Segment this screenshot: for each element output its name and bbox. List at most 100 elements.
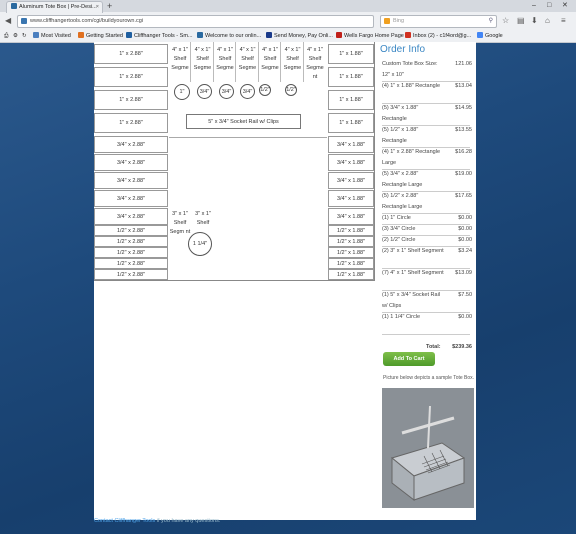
order-item-price: $17.65	[455, 193, 472, 199]
compartment-3-4x1.88[interactable]: 3/4" x 1.88"	[328, 154, 374, 171]
order-item-label: (5) 1/2" x 1.88" Rectangle	[382, 127, 419, 144]
back-icon[interactable]: ◀	[5, 16, 11, 26]
download-icon[interactable]: ⬇	[531, 16, 538, 26]
compartment-1x2.88[interactable]: 1" x 2.88"	[94, 90, 168, 110]
compartment-1-2x1.88[interactable]: 1/2" x 1.88"	[328, 258, 374, 269]
total-value: $239.36	[452, 344, 472, 350]
shelf-segment-4x1[interactable]: 4" x 1" Shelf Segme	[282, 46, 304, 73]
circle-compartment[interactable]: 1/2"	[259, 84, 271, 96]
bing-icon	[384, 18, 390, 24]
order-item: (5) 3/4" x 2.88" Rectangle Large $19.00	[382, 169, 472, 191]
order-item-label: (4) 1" x 2.88" Rectangle Large	[382, 149, 441, 166]
menu-icon[interactable]: ≡	[561, 16, 566, 26]
search-icon[interactable]: ⚲	[477, 16, 493, 27]
compartment-3-4x2.88[interactable]: 3/4" x 2.88"	[94, 208, 168, 225]
order-item-price: $0.00	[458, 226, 472, 232]
bookmark-3[interactable]: Welcome to our onlin...	[197, 30, 261, 42]
compartment-1x2.88[interactable]: 1" x 2.88"	[94, 44, 168, 64]
compartment-1-2x1.88[interactable]: 1/2" x 1.88"	[328, 236, 374, 247]
compartment-1x1.88[interactable]: 1" x 1.88"	[328, 90, 374, 110]
nav-bar: ◀ www.cliffhangertools.com/cgi/buildyour…	[0, 12, 576, 30]
maximize-icon[interactable]: □	[547, 0, 551, 11]
close-window-icon[interactable]: ✕	[562, 0, 568, 11]
compartment-1x1.88[interactable]: 1" x 1.88"	[328, 44, 374, 64]
compartment-1-2x1.88[interactable]: 1/2" x 1.88"	[328, 269, 374, 280]
compartment-3-4x2.88[interactable]: 3/4" x 2.88"	[94, 172, 168, 189]
order-item-label: (4) 1" x 1.88" Rectangle	[382, 83, 441, 89]
shelf-segment-4x1[interactable]: 4" x 1" Shelf Segme	[192, 46, 214, 73]
order-item: (4) 1" x 1.88" Rectangle $13.04	[382, 81, 472, 103]
compartment-1-2x2.88[interactable]: 1/2" x 2.88"	[94, 236, 168, 247]
compartment-3-4x1.88[interactable]: 3/4" x 1.88"	[328, 208, 374, 225]
order-item: (7) 4" x 1" Shelf Segment $13.09	[382, 268, 472, 290]
minimize-icon[interactable]: –	[532, 0, 536, 11]
bookmark-5[interactable]: Wells Fargo Home Page	[336, 30, 404, 42]
circle-compartment-large[interactable]: 1 1/4"	[188, 232, 212, 256]
compartment-3-4x2.88[interactable]: 3/4" x 2.88"	[94, 154, 168, 171]
shelf-segment-4x1[interactable]: 4" x 1" Shelf Segme	[259, 46, 281, 73]
bookmark-1[interactable]: Getting Started	[78, 30, 123, 42]
order-item-label: (7) 4" x 1" Shelf Segment	[382, 270, 444, 276]
socket-rail[interactable]: 5" x 3/4" Socket Rail w/ Clips	[186, 114, 301, 129]
star-icon[interactable]: ☆	[502, 16, 509, 26]
bookmark-icon	[266, 32, 272, 38]
reader-icon[interactable]: ▤	[517, 16, 525, 26]
shelf-segment-4x1[interactable]: 4" x 1" Shelf Segme	[214, 46, 236, 73]
order-item: (1) 1 1/4" Circle $0.00	[382, 312, 472, 334]
shelf-segment-4x1[interactable]: 4" x 1" Shelf Segme	[169, 46, 191, 73]
home-icon[interactable]: ⌂	[545, 16, 550, 26]
bookmark-icon	[197, 32, 203, 38]
compartment-1-2x1.88[interactable]: 1/2" x 1.88"	[328, 247, 374, 258]
compartment-1-2x1.88[interactable]: 1/2" x 1.88"	[328, 225, 374, 236]
bookmark-7[interactable]: Google	[477, 30, 503, 42]
bookmark-0[interactable]: Most Visited	[33, 30, 71, 42]
contact-link[interactable]: Contact Cliffhanger Tools	[94, 518, 155, 524]
compartment-1-2x2.88[interactable]: 1/2" x 2.88"	[94, 247, 168, 258]
compartment-1x2.88[interactable]: 1" x 2.88"	[94, 67, 168, 87]
order-item: (3) 3/4" Circle $0.00	[382, 224, 472, 235]
order-info-panel: Order Info Custom Tote Box Size: 12" x 1…	[379, 42, 474, 382]
order-item-price: $19.00	[455, 171, 472, 177]
compartment-1x2.88[interactable]: 1" x 2.88"	[94, 113, 168, 133]
compartment-1-2x2.88[interactable]: 1/2" x 2.88"	[94, 258, 168, 269]
compartment-3-4x2.88[interactable]: 3/4" x 2.88"	[94, 136, 168, 153]
compartment-1x1.88[interactable]: 1" x 1.88"	[328, 67, 374, 87]
shelf-segment-4x1[interactable]: 4" x 1" Shelf Segme	[237, 46, 259, 73]
compartment-3-4x2.88[interactable]: 3/4" x 2.88"	[94, 190, 168, 207]
url-bar[interactable]: www.cliffhangertools.com/cgi/buildyourow…	[17, 15, 374, 28]
refresh-icon[interactable]: ↻	[22, 30, 27, 42]
circle-compartment[interactable]: 1"	[174, 84, 190, 100]
shelf-segment-4x1[interactable]: 4" x 1" Shelf Segme nt	[304, 46, 326, 82]
order-item-label: (1) 5" x 3/4" Socket Rail w/ Clips	[382, 292, 441, 309]
order-divider	[382, 334, 470, 335]
compartment-3-4x1.88[interactable]: 3/4" x 1.88"	[328, 190, 374, 207]
open-area	[169, 137, 327, 280]
compartment-3-4x1.88[interactable]: 3/4" x 1.88"	[328, 172, 374, 189]
add-to-cart-button[interactable]: Add To Cart	[383, 352, 435, 366]
circle-compartment[interactable]: 1/2"	[285, 84, 297, 96]
circle-compartment[interactable]: 3/4"	[240, 84, 255, 99]
bookmark-icon	[78, 32, 84, 38]
compartment-3-4x1.88[interactable]: 3/4" x 1.88"	[328, 136, 374, 153]
footer-text: if you have any questions.	[155, 518, 221, 524]
search-box[interactable]: Bing ⚲	[380, 15, 497, 28]
compartment-1-2x2.88[interactable]: 1/2" x 2.88"	[94, 269, 168, 280]
compartment-1-2x2.88[interactable]: 1/2" x 2.88"	[94, 225, 168, 236]
bookmark-icon	[405, 32, 411, 38]
bookmark-4[interactable]: Send Money, Pay Onli...	[266, 30, 333, 42]
shelf-segment-3x1[interactable]: 3" x 1" Shelf Segm nt	[169, 210, 191, 237]
circle-compartment[interactable]: 3/4"	[219, 84, 234, 99]
settings-icon[interactable]: ⚙	[13, 30, 18, 42]
bookmark-2[interactable]: Cliffhanger Tools - Sm...	[126, 30, 193, 42]
shelf-segment-3x1[interactable]: 3" x 1" Shelf	[192, 210, 214, 228]
sample-tote-box-photo	[382, 388, 474, 508]
circle-compartment[interactable]: 3/4"	[197, 84, 212, 99]
print-icon[interactable]: ⎙	[4, 30, 8, 42]
order-item-label: (1) 1" Circle	[382, 215, 411, 221]
new-tab-button[interactable]: +	[107, 0, 112, 12]
compartment-1x1.88[interactable]: 1" x 1.88"	[328, 113, 374, 133]
bookmark-icon	[126, 32, 132, 38]
order-item: Custom Tote Box Size: 12" x 10" 121.06	[382, 59, 472, 81]
bookmark-6[interactable]: Inbox (2) - c1f4ord@g...	[405, 30, 471, 42]
site-favicon-icon	[11, 3, 17, 9]
